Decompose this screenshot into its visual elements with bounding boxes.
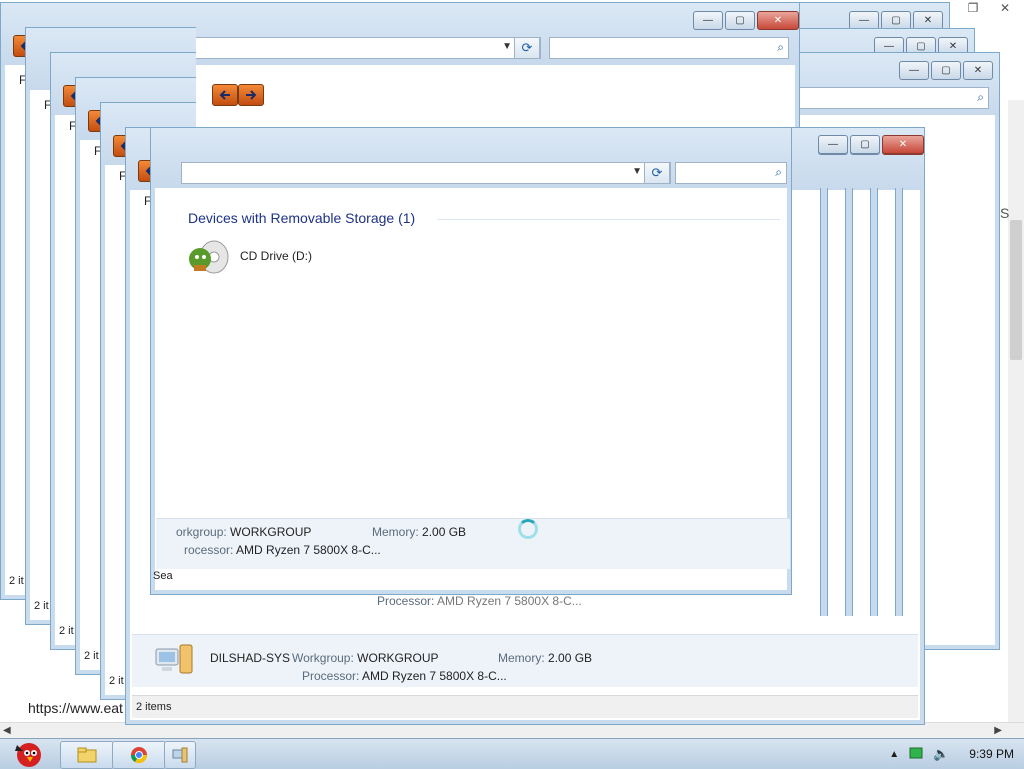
browser-vertical-scrollbar[interactable] bbox=[1008, 100, 1024, 722]
volume-icon[interactable]: 🔈 bbox=[933, 746, 949, 762]
clock[interactable]: 9:39 PM bbox=[969, 747, 1014, 761]
status-fragment: 2 it bbox=[34, 600, 49, 612]
memory-label: Memory: bbox=[372, 525, 419, 539]
partial-processor-row: Processor: AMD Ryzen 7 5800X 8-C... bbox=[377, 594, 582, 608]
maximize-button[interactable]: ▢ bbox=[850, 135, 880, 154]
maximize-button[interactable]: ▢ bbox=[725, 11, 755, 30]
browser-scroll-thumb[interactable] bbox=[1010, 220, 1022, 360]
search-icon[interactable]: ⌕ bbox=[775, 165, 782, 180]
close-button[interactable]: ✕ bbox=[882, 135, 924, 154]
search-icon[interactable]: ⌕ bbox=[777, 40, 784, 55]
group-header: Devices with Removable Storage (1) bbox=[188, 210, 416, 226]
status-fragment: 2 it bbox=[109, 675, 124, 687]
window-edge bbox=[895, 188, 903, 616]
browser-window-controls: ❐ ✕ bbox=[958, 0, 1020, 16]
angry-bird-icon bbox=[15, 743, 41, 767]
chevron-down-icon[interactable]: ▼ bbox=[502, 41, 512, 52]
memory-value: 2.00 GB bbox=[422, 525, 467, 539]
search-input[interactable]: ⌕ bbox=[549, 37, 789, 59]
processor-value: AMD Ryzen 7 5800X 8-C... bbox=[236, 543, 381, 557]
close-button[interactable]: ✕ bbox=[757, 11, 799, 30]
details-pane: DILSHAD-SYS Workgroup: WORKGROUP Memory:… bbox=[132, 634, 918, 687]
processor-label: rocessor: bbox=[184, 543, 234, 557]
front-window-caption-buttons: — ▢ ✕ bbox=[818, 135, 924, 154]
processor-label: Processor: bbox=[302, 669, 360, 683]
scroll-left-arrow-icon[interactable]: ◀ bbox=[3, 725, 11, 736]
status-fragment: 2 it bbox=[84, 650, 99, 662]
computer-name: DILSHAD-SYS bbox=[210, 651, 291, 665]
status-fragment: Sea bbox=[153, 570, 173, 582]
system-properties-icon bbox=[172, 747, 188, 763]
window-edge bbox=[845, 188, 853, 616]
cd-drive-icon bbox=[186, 235, 232, 278]
chevron-down-icon[interactable]: ▼ bbox=[632, 166, 642, 177]
nav-buttons-front bbox=[212, 84, 264, 106]
taskbar: ▲ 🔈 9:39 PM bbox=[0, 738, 1024, 769]
status-fragment: 2 it bbox=[59, 625, 74, 637]
address-bar[interactable]: ▼ ⟳ bbox=[181, 162, 671, 184]
memory-label: Memory: bbox=[498, 651, 545, 665]
refresh-icon[interactable]: ⟳ bbox=[644, 162, 670, 184]
forward-arrow-icon[interactable] bbox=[238, 84, 264, 106]
window-caption-buttons: — ▢ ✕ bbox=[693, 11, 799, 30]
search-input[interactable]: ⌕ bbox=[675, 162, 787, 184]
taskbar-chrome-button[interactable] bbox=[112, 741, 166, 769]
window-edge bbox=[870, 188, 878, 616]
workgroup-label: orkgroup: bbox=[176, 525, 227, 539]
refresh-icon[interactable]: ⟳ bbox=[514, 37, 540, 59]
window-caption-buttons: — ▢ ✕ bbox=[899, 61, 993, 80]
workgroup-value: WORKGROUP bbox=[357, 651, 439, 665]
browser-close-icon[interactable]: ✕ bbox=[990, 0, 1020, 16]
computer-icon bbox=[152, 641, 196, 677]
device-item-cd-drive[interactable]: CD Drive (D:) bbox=[186, 236, 312, 276]
browser-side-letter: S bbox=[1000, 205, 1010, 221]
busy-cursor-icon bbox=[518, 519, 538, 539]
start-button[interactable] bbox=[4, 739, 50, 769]
maximize-button[interactable]: ▢ bbox=[931, 61, 961, 80]
workgroup-value: WORKGROUP bbox=[230, 525, 312, 539]
show-hidden-icons-icon[interactable]: ▲ bbox=[889, 749, 899, 760]
processor-label: Processor: bbox=[377, 594, 435, 608]
scroll-right-arrow-icon[interactable]: ▶ bbox=[994, 725, 1002, 736]
taskbar-explorer-button[interactable] bbox=[60, 741, 114, 769]
status-fragment: 2 it bbox=[9, 575, 24, 587]
group-divider bbox=[437, 219, 780, 220]
chrome-icon bbox=[130, 747, 148, 764]
browser-restore-icon[interactable]: ❐ bbox=[958, 0, 988, 16]
window-edge bbox=[820, 188, 828, 616]
system-tray: ▲ 🔈 9:39 PM bbox=[889, 739, 1024, 769]
minimize-button[interactable]: — bbox=[693, 11, 723, 30]
browser-status-url: https://www.eat bbox=[28, 700, 123, 716]
processor-value: AMD Ryzen 7 5800X 8-C... bbox=[362, 669, 507, 683]
close-button[interactable]: ✕ bbox=[963, 61, 993, 80]
minimize-button[interactable]: — bbox=[818, 135, 848, 154]
device-label: CD Drive (D:) bbox=[240, 249, 312, 263]
search-icon[interactable]: ⌕ bbox=[977, 90, 984, 105]
item-count: 2 items bbox=[136, 701, 172, 713]
window-caption-buttons: — ▢ ✕ bbox=[849, 11, 943, 30]
minimize-button[interactable]: — bbox=[899, 61, 929, 80]
network-icon[interactable] bbox=[909, 746, 923, 763]
taskbar-system-button[interactable] bbox=[164, 741, 196, 769]
details-pane: orkgroup: WORKGROUP Memory: 2.00 GB roce… bbox=[156, 518, 790, 569]
processor-value: AMD Ryzen 7 5800X 8-C... bbox=[437, 594, 582, 608]
back-arrow-icon[interactable] bbox=[212, 84, 238, 106]
folder-icon bbox=[77, 747, 97, 763]
memory-value: 2.00 GB bbox=[548, 651, 593, 665]
workgroup-label: Workgroup: bbox=[292, 651, 354, 665]
status-bar: 2 items bbox=[132, 695, 918, 718]
